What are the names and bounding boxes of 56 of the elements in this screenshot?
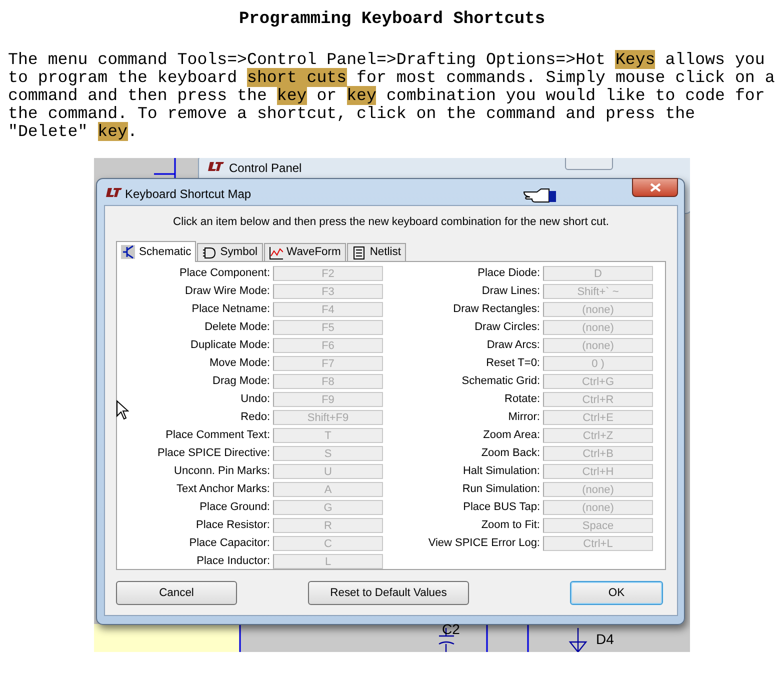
logo-icon [207, 161, 225, 172]
command-label: View SPICE Error Log: [427, 536, 541, 552]
command-label: Schematic Grid: [460, 374, 541, 390]
command-label: Delete Mode: [204, 320, 271, 336]
command-label: Draw Rectangles: [452, 302, 541, 318]
command-label: Place Resistor: [195, 518, 271, 534]
command-label: Run Simulation: [461, 482, 541, 498]
command-label: Move Mode: [208, 356, 271, 372]
page-title: Programming Keyboard Shortcuts [238, 10, 546, 30]
close-icon [650, 183, 660, 192]
command-label: Place SPICE Directive: [156, 446, 271, 462]
command-label: Undo: [240, 392, 271, 408]
tab[interactable]: Netlist [346, 243, 406, 262]
instruction-text: Click an item below and then press the new keyboard combination for the new short cut. [172, 215, 610, 230]
command-label: Place Inductor: [196, 554, 271, 570]
transistor-icon [121, 245, 135, 260]
command-label: Zoom to Fit: [480, 518, 541, 534]
tab[interactable]: Symbol [197, 243, 263, 262]
close-button[interactable] [632, 178, 678, 198]
command-label: Place Comment Text: [164, 428, 271, 444]
command-label: Drag Mode: [212, 374, 271, 390]
tab[interactable]: Schematic [116, 241, 196, 262]
command-label: Draw Lines: [480, 284, 541, 300]
tab[interactable]: WaveForm [264, 243, 346, 262]
command-label: Duplicate Mode: [190, 338, 271, 354]
command-label: Place BUS Tap: [462, 500, 541, 516]
command-label: Draw Circles: [474, 320, 541, 336]
logo-icon [105, 187, 123, 198]
waveform-icon [268, 246, 283, 260]
command-label: Text Anchor Marks: [175, 482, 271, 498]
gate-icon [202, 246, 216, 260]
command-label: Place Component: [178, 266, 271, 282]
command-label: Halt Simulation: [462, 464, 541, 480]
command-label: Draw Wire Mode: [184, 284, 271, 300]
command-label: Zoom Area: [482, 428, 541, 444]
command-label: Place Ground: [198, 500, 271, 516]
component-label: D4 [596, 632, 614, 648]
component-label: C2 [442, 622, 460, 638]
command-label: Mirror: [507, 410, 541, 426]
dialog-button[interactable]: OK [570, 581, 663, 606]
command-label: Reset T=0: [485, 356, 541, 372]
command-label: Unconn. Pin Marks: [173, 464, 271, 480]
command-label: Place Capacitor: [188, 536, 271, 552]
instructions-paragraph: The menu command Tools=>Control Panel=>Drafting Options=>Hot Keys allows you to program the keyboard short cuts for most commands. Simply mouse click on a command and then press the key or key combination you would like to code for the command. To remove a shortcut, click on the command and press the "Delete" key. [8, 51, 776, 142]
command-label: Place Diode: [476, 266, 541, 282]
document-icon [352, 246, 366, 260]
dialog-button[interactable]: Cancel [116, 581, 237, 606]
command-label: Redo: [240, 410, 271, 426]
command-label: Place Netname: [190, 302, 271, 318]
dialog-button[interactable]: Reset to Default Values [308, 581, 469, 606]
command-label: Zoom Back: [480, 446, 541, 462]
command-label: Draw Arcs: [486, 338, 541, 354]
window-title: Keyboard Shortcut Map [125, 186, 252, 204]
window-title: Control Panel [229, 160, 302, 178]
command-label: Rotate: [504, 392, 541, 408]
hand-cursor-icon [523, 187, 557, 204]
